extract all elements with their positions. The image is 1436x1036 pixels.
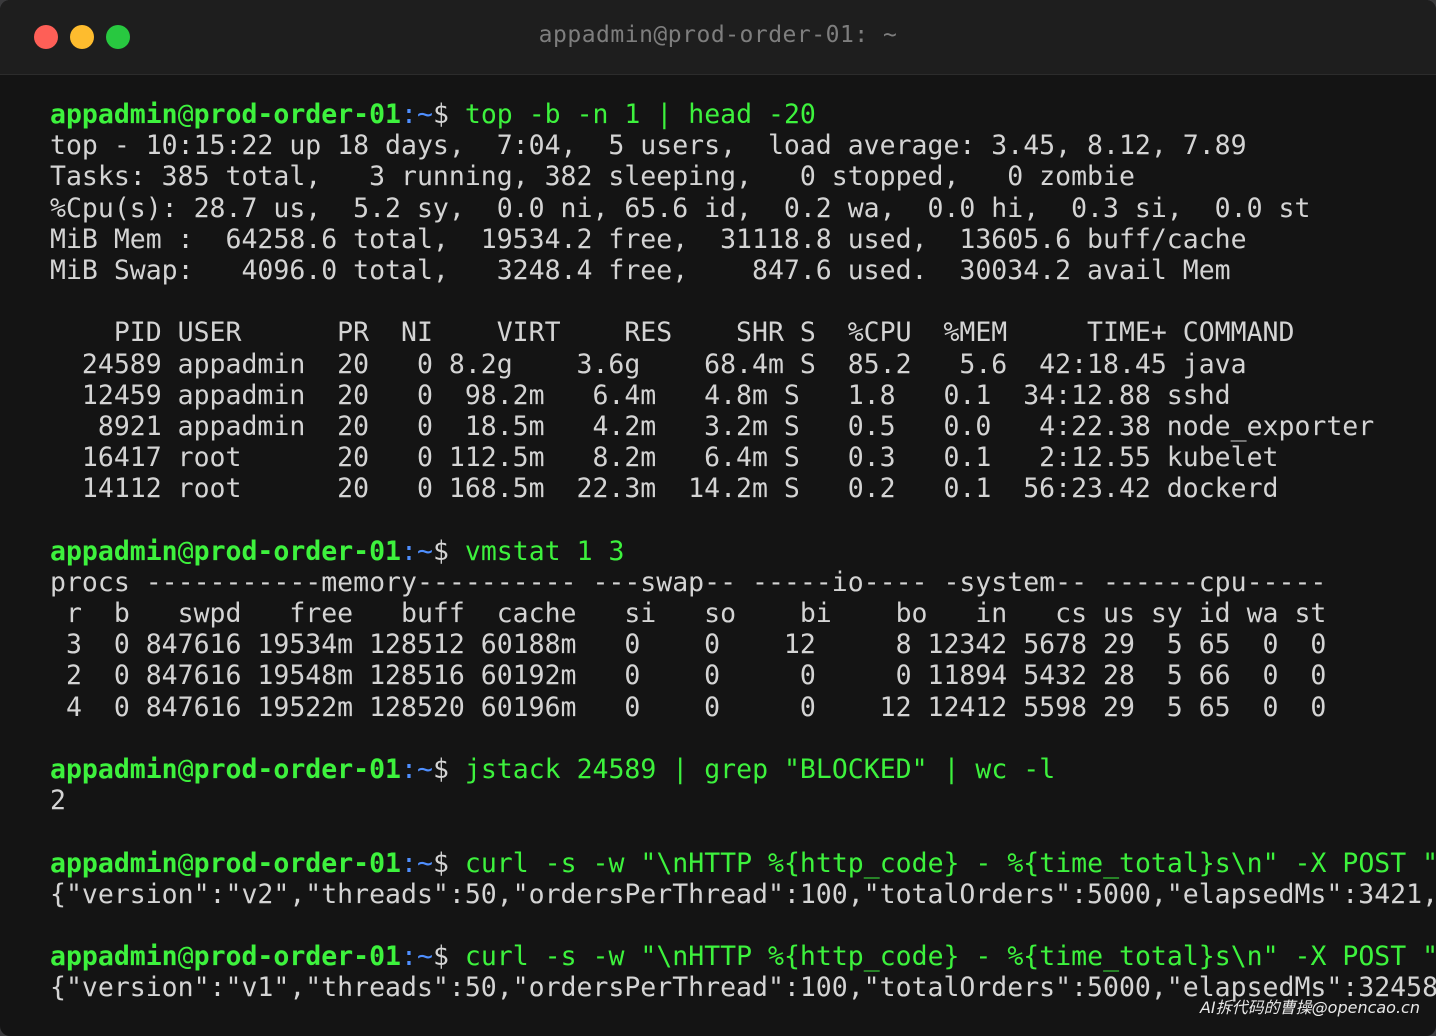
output-line: 3 0 847616 19534m 128512 60188m 0 0 12 8… — [50, 629, 1327, 661]
prompt-user: appadmin — [50, 535, 178, 567]
window-title: appadmin@prod-order-01: ~ — [538, 22, 898, 48]
output-line: 24589 appadmin 20 0 8.2g 3.6g 68.4m S 85… — [50, 348, 1247, 380]
terminal-window: appadmin@prod-order-01: ~ appadmin@prod-… — [0, 0, 1436, 1036]
output-line: %Cpu(s): 28.7 us, 5.2 sy, 0.0 ni, 65.6 i… — [50, 192, 1311, 224]
prompt-path: ~ — [417, 847, 433, 879]
command-text: jstack 24589 | grep "BLOCKED" | wc -l — [464, 753, 1056, 785]
prompt-colon: : — [401, 847, 417, 879]
prompt-path: ~ — [417, 535, 433, 567]
prompt-line: appadmin@prod-order-01:~$ vmstat 1 3 — [50, 536, 1436, 567]
command-text: top -b -n 1 | head -20 — [464, 99, 816, 130]
output-line: top - 10:15:22 up 18 days, 7:04, 5 users… — [50, 130, 1247, 162]
prompt-path: ~ — [417, 753, 433, 785]
prompt-host: prod-order-01 — [193, 535, 402, 567]
output-line: Tasks: 385 total, 3 running, 382 sleepin… — [50, 161, 1135, 193]
prompt-dollar: $ — [432, 847, 465, 879]
command-text: vmstat 1 3 — [464, 535, 625, 567]
prompt-dollar: $ — [432, 535, 465, 567]
prompt-user: appadmin — [50, 99, 178, 130]
prompt-at: @ — [177, 535, 194, 567]
prompt-line: appadmin@prod-order-01:~$ curl -s -w "\n… — [50, 848, 1436, 879]
title-bar[interactable]: appadmin@prod-order-01: ~ — [0, 0, 1436, 75]
prompt-path: ~ — [417, 99, 433, 130]
output-line: procs -----------memory---------- ---swa… — [50, 566, 1327, 598]
prompt-user: appadmin — [50, 941, 178, 973]
prompt-host: prod-order-01 — [193, 847, 402, 879]
output-line: 4 0 847616 19522m 128520 60196m 0 0 0 12… — [50, 691, 1327, 723]
output-line: r b swpd free buff cache si so bi bo in … — [50, 598, 1327, 629]
prompt-at: @ — [177, 99, 194, 130]
output-line: 2 0 847616 19548m 128516 60192m 0 0 0 0 … — [50, 660, 1327, 692]
prompt-path: ~ — [417, 941, 433, 973]
prompt-user: appadmin — [50, 753, 178, 785]
command-text: curl -s -w "\nHTTP %{http_code} - %{time… — [464, 847, 1436, 879]
prompt-at: @ — [177, 847, 194, 879]
prompt-user: appadmin — [50, 847, 178, 879]
output-line: MiB Swap: 4096.0 total, 3248.4 free, 847… — [50, 254, 1231, 286]
output-line: 8921 appadmin 20 0 18.5m 4.2m 3.2m S 0.5… — [50, 410, 1375, 442]
output-line: PID USER PR NI VIRT RES SHR S %CPU %MEM … — [50, 317, 1295, 349]
prompt-dollar: $ — [432, 753, 465, 785]
command-text: curl -s -w "\nHTTP %{http_code} - %{time… — [464, 941, 1436, 973]
prompt-colon: : — [401, 535, 417, 567]
prompt-dollar: $ — [432, 941, 465, 973]
prompt-at: @ — [177, 941, 194, 973]
prompt-line: appadmin@prod-order-01:~$ jstack 24589 |… — [50, 754, 1436, 785]
terminal-output[interactable]: appadmin@prod-order-01:~$ top -b -n 1 | … — [50, 99, 1436, 1003]
watermark: AI拆代码的曹操@opencao.cn — [1199, 998, 1420, 1017]
prompt-dollar: $ — [432, 99, 465, 130]
prompt-at: @ — [177, 753, 194, 785]
prompt-line: appadmin@prod-order-01:~$ top -b -n 1 | … — [50, 99, 1436, 130]
output-line: 16417 root 20 0 112.5m 8.2m 6.4m S 0.3 0… — [50, 442, 1279, 474]
prompt-line: appadmin@prod-order-01:~$ curl -s -w "\n… — [50, 941, 1436, 972]
prompt-host: prod-order-01 — [193, 99, 402, 130]
output-line: MiB Mem : 64258.6 total, 19534.2 free, 3… — [50, 223, 1247, 255]
output-line: 2 — [50, 785, 66, 817]
output-line: 12459 appadmin 20 0 98.2m 6.4m 4.8m S 1.… — [50, 379, 1231, 411]
output-line: 14112 root 20 0 168.5m 22.3m 14.2m S 0.2… — [50, 473, 1279, 505]
prompt-host: prod-order-01 — [193, 941, 402, 973]
output-line: {"version":"v2","threads":50,"ordersPerT… — [50, 878, 1436, 910]
prompt-colon: : — [401, 99, 417, 130]
prompt-colon: : — [401, 753, 417, 785]
prompt-host: prod-order-01 — [193, 753, 402, 785]
prompt-colon: : — [401, 941, 417, 973]
